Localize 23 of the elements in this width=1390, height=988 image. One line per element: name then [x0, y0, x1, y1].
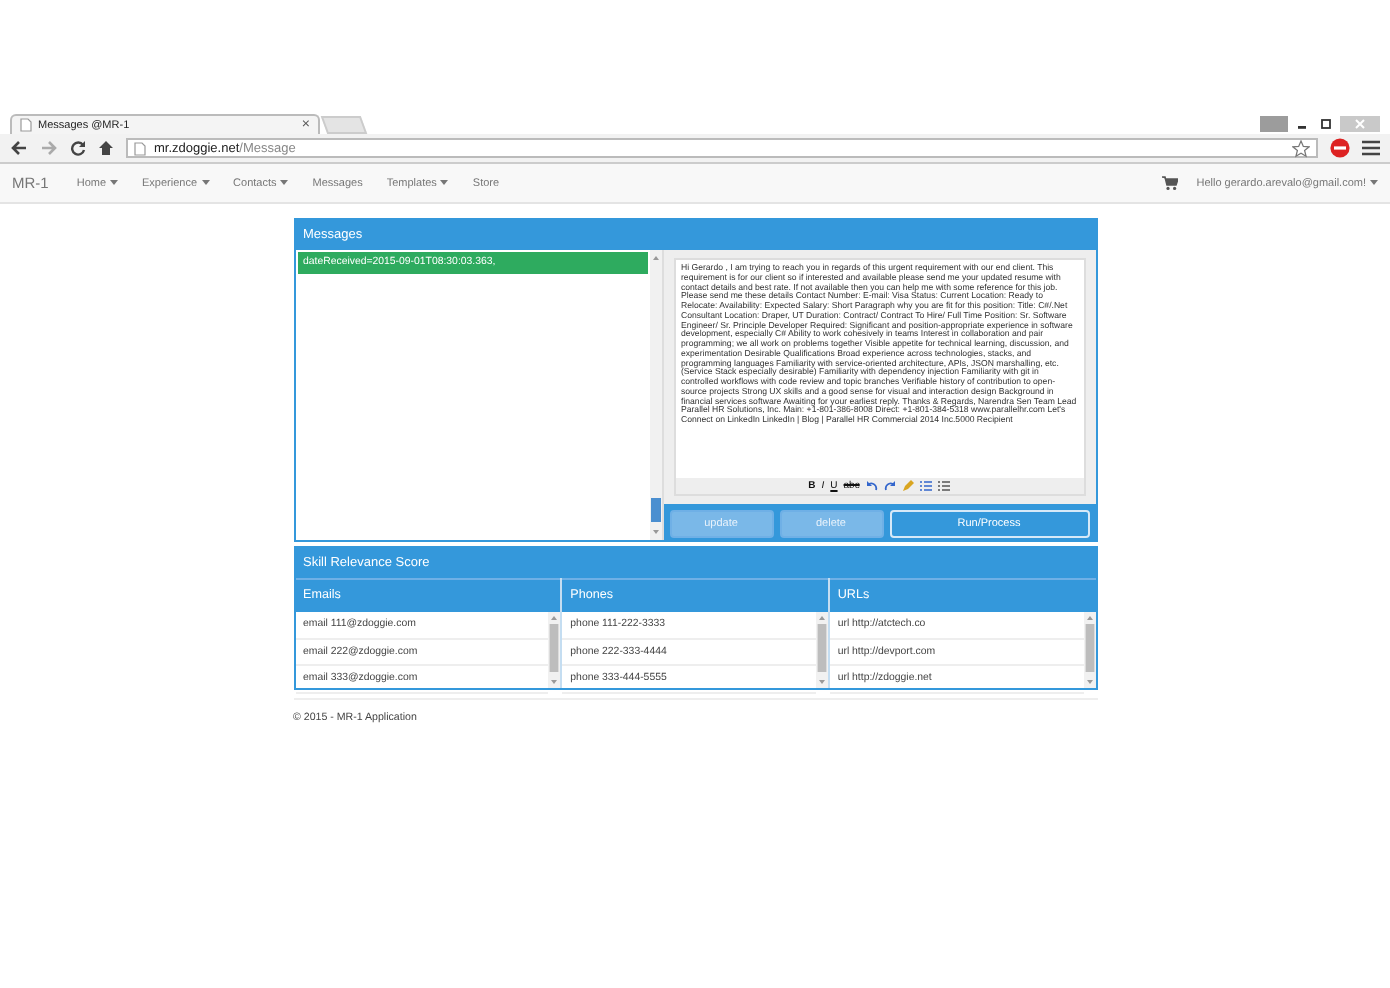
undo-icon[interactable] — [865, 480, 878, 492]
numbered-list-icon[interactable] — [937, 480, 950, 492]
caret-icon — [110, 180, 119, 186]
page-icon — [134, 141, 146, 155]
menu-icon[interactable] — [1362, 140, 1380, 156]
adblock-icon[interactable] — [1330, 138, 1350, 158]
bullet-list-icon[interactable] — [919, 480, 932, 492]
scrollbar[interactable] — [1083, 612, 1096, 688]
redo-icon[interactable] — [883, 480, 896, 492]
caret-icon — [440, 180, 449, 186]
restore-icon[interactable] — [1316, 116, 1336, 132]
message-editor[interactable] — [673, 258, 1085, 496]
cart-icon[interactable] — [1162, 176, 1179, 190]
scrollbar[interactable] — [815, 612, 828, 688]
star-icon[interactable] — [1292, 139, 1310, 157]
scrollbar[interactable] — [649, 250, 661, 540]
reload-icon[interactable] — [70, 140, 86, 156]
scrollbar[interactable] — [548, 612, 561, 688]
page-icon — [20, 118, 32, 132]
back-icon[interactable] — [10, 140, 28, 156]
caret-icon — [280, 180, 289, 186]
caret-icon — [1370, 180, 1378, 186]
caret-icon — [201, 180, 210, 186]
